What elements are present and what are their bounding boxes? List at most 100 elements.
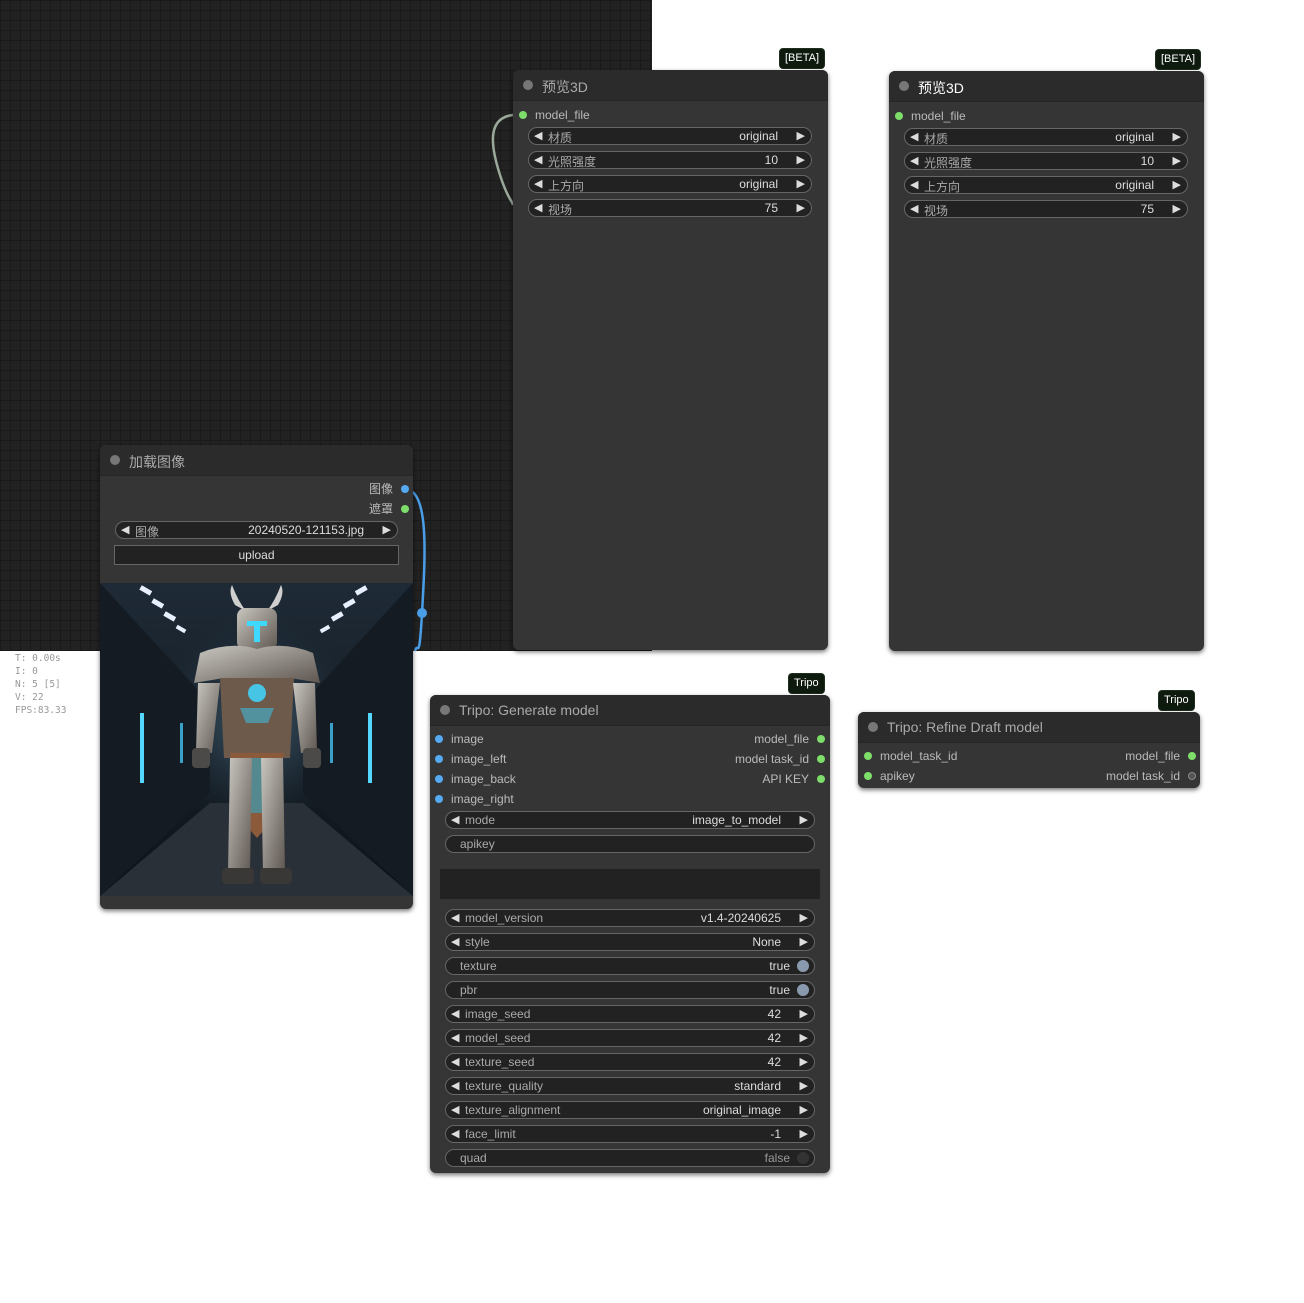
widget-up-direction[interactable]: ◀ 上方向 original ▶ bbox=[528, 175, 812, 193]
widget-image-select[interactable]: ◀ 图像 20240520-121153.jpg ▶ bbox=[115, 521, 398, 539]
arrow-right-icon[interactable]: ▶ bbox=[797, 177, 805, 190]
arrow-right-icon[interactable]: ▶ bbox=[800, 935, 808, 948]
arrow-left-icon[interactable]: ◀ bbox=[534, 177, 542, 190]
input-model-task-id[interactable]: model_task_id bbox=[864, 747, 957, 765]
input-image-back[interactable]: image_back bbox=[435, 770, 516, 788]
output-model-task-id[interactable]: model task_id bbox=[735, 750, 825, 768]
node-title-bar[interactable]: Tripo: Refine Draft model bbox=[858, 712, 1200, 743]
arrow-left-icon[interactable]: ◀ bbox=[451, 1031, 459, 1044]
arrow-right-icon[interactable]: ▶ bbox=[1173, 154, 1181, 167]
input-slot-icon[interactable] bbox=[864, 772, 872, 780]
widget-material[interactable]: ◀ 材质 original ▶ bbox=[528, 127, 812, 145]
arrow-left-icon[interactable]: ◀ bbox=[451, 1127, 459, 1140]
input-slot-icon[interactable] bbox=[435, 755, 443, 763]
input-slot-icon[interactable] bbox=[435, 735, 443, 743]
arrow-left-icon[interactable]: ◀ bbox=[451, 1079, 459, 1092]
arrow-left-icon[interactable]: ◀ bbox=[451, 1055, 459, 1068]
widget-fov[interactable]: ◀ 视场 75 ▶ bbox=[904, 200, 1188, 218]
widget-face-limit[interactable]: ◀ face_limit -1 ▶ bbox=[445, 1125, 815, 1143]
input-slot-icon[interactable] bbox=[864, 752, 872, 760]
widget-texture-seed[interactable]: ◀ texture_seed 42 ▶ bbox=[445, 1053, 815, 1071]
widget-texture-toggle[interactable]: texture true bbox=[445, 957, 815, 975]
arrow-right-icon[interactable]: ▶ bbox=[1173, 130, 1181, 143]
arrow-left-icon[interactable]: ◀ bbox=[451, 935, 459, 948]
arrow-left-icon[interactable]: ◀ bbox=[910, 178, 918, 191]
arrow-right-icon[interactable]: ▶ bbox=[800, 911, 808, 924]
widget-light-intensity[interactable]: ◀ 光照强度 10 ▶ bbox=[528, 151, 812, 169]
arrow-left-icon[interactable]: ◀ bbox=[910, 154, 918, 167]
output-slot-icon[interactable] bbox=[1188, 772, 1196, 780]
arrow-right-icon[interactable]: ▶ bbox=[1173, 202, 1181, 215]
arrow-left-icon[interactable]: ◀ bbox=[451, 911, 459, 924]
input-slot-icon[interactable] bbox=[435, 775, 443, 783]
widget-apikey[interactable]: apikey bbox=[445, 835, 815, 853]
input-slot-icon[interactable] bbox=[519, 111, 527, 119]
collapse-dot-icon[interactable] bbox=[110, 455, 120, 465]
arrow-right-icon[interactable]: ▶ bbox=[797, 129, 805, 142]
collapse-dot-icon[interactable] bbox=[899, 81, 909, 91]
arrow-right-icon[interactable]: ▶ bbox=[797, 153, 805, 166]
toggle-on-icon[interactable] bbox=[797, 984, 809, 996]
output-slot-icon[interactable] bbox=[401, 485, 409, 493]
input-image-left[interactable]: image_left bbox=[435, 750, 506, 768]
widget-model-version[interactable]: ◀ model_version v1.4-20240625 ▶ bbox=[445, 909, 815, 927]
preview3d-node-a[interactable]: 预览3D model_file ◀ 材质 original ▶ ◀ 光照强度 1… bbox=[513, 70, 828, 650]
toggle-on-icon[interactable] bbox=[797, 960, 809, 972]
output-slot-icon[interactable] bbox=[817, 775, 825, 783]
output-model-file[interactable]: model_file bbox=[1125, 747, 1196, 765]
collapse-dot-icon[interactable] bbox=[440, 705, 450, 715]
toggle-off-icon[interactable] bbox=[797, 1152, 809, 1164]
arrow-right-icon[interactable]: ▶ bbox=[1173, 178, 1181, 191]
arrow-right-icon[interactable]: ▶ bbox=[800, 813, 808, 826]
prompt-area[interactable] bbox=[440, 869, 820, 899]
node-title-bar[interactable]: 预览3D bbox=[513, 70, 828, 101]
tripo-refine-node[interactable]: Tripo: Refine Draft model model_task_id … bbox=[858, 712, 1200, 788]
preview3d-node-b[interactable]: 预览3D model_file ◀ 材质 original ▶ ◀ 光照强度 1… bbox=[889, 71, 1204, 651]
arrow-left-icon[interactable]: ◀ bbox=[910, 130, 918, 143]
widget-texture-alignment[interactable]: ◀ texture_alignment original_image ▶ bbox=[445, 1101, 815, 1119]
widget-material[interactable]: ◀ 材质 original ▶ bbox=[904, 128, 1188, 146]
node-title-bar[interactable]: 预览3D bbox=[889, 71, 1204, 102]
widget-fov[interactable]: ◀ 视场 75 ▶ bbox=[528, 199, 812, 217]
output-model-task-id[interactable]: model task_id bbox=[1106, 767, 1196, 785]
widget-light-intensity[interactable]: ◀ 光照强度 10 ▶ bbox=[904, 152, 1188, 170]
arrow-left-icon[interactable]: ◀ bbox=[534, 201, 542, 214]
arrow-left-icon[interactable]: ◀ bbox=[121, 523, 129, 536]
input-slot-icon[interactable] bbox=[895, 112, 903, 120]
arrow-left-icon[interactable]: ◀ bbox=[451, 813, 459, 826]
input-model-file[interactable]: model_file bbox=[895, 107, 966, 125]
widget-up-direction[interactable]: ◀ 上方向 original ▶ bbox=[904, 176, 1188, 194]
collapse-dot-icon[interactable] bbox=[523, 80, 533, 90]
output-image[interactable]: 图像 bbox=[369, 480, 409, 498]
widget-style[interactable]: ◀ style None ▶ bbox=[445, 933, 815, 951]
input-image[interactable]: image bbox=[435, 730, 484, 748]
arrow-right-icon[interactable]: ▶ bbox=[800, 1103, 808, 1116]
arrow-right-icon[interactable]: ▶ bbox=[797, 201, 805, 214]
widget-quad-toggle[interactable]: quad false bbox=[445, 1149, 815, 1167]
input-model-file[interactable]: model_file bbox=[519, 106, 590, 124]
output-api-key[interactable]: API KEY bbox=[762, 770, 825, 788]
input-slot-icon[interactable] bbox=[435, 795, 443, 803]
output-slot-icon[interactable] bbox=[1188, 752, 1196, 760]
output-slot-icon[interactable] bbox=[817, 735, 825, 743]
widget-texture-quality[interactable]: ◀ texture_quality standard ▶ bbox=[445, 1077, 815, 1095]
arrow-left-icon[interactable]: ◀ bbox=[910, 202, 918, 215]
tripo-generate-node[interactable]: Tripo: Generate model image image_left i… bbox=[430, 695, 830, 1173]
arrow-left-icon[interactable]: ◀ bbox=[534, 153, 542, 166]
output-mask[interactable]: 遮罩 bbox=[369, 500, 409, 518]
widget-image-seed[interactable]: ◀ image_seed 42 ▶ bbox=[445, 1005, 815, 1023]
arrow-right-icon[interactable]: ▶ bbox=[800, 1127, 808, 1140]
widget-pbr-toggle[interactable]: pbr true bbox=[445, 981, 815, 999]
output-model-file[interactable]: model_file bbox=[754, 730, 825, 748]
arrow-right-icon[interactable]: ▶ bbox=[383, 523, 391, 536]
arrow-right-icon[interactable]: ▶ bbox=[800, 1055, 808, 1068]
arrow-right-icon[interactable]: ▶ bbox=[800, 1007, 808, 1020]
arrow-right-icon[interactable]: ▶ bbox=[800, 1079, 808, 1092]
upload-button[interactable]: upload bbox=[114, 545, 399, 565]
input-apikey[interactable]: apikey bbox=[864, 767, 915, 785]
arrow-right-icon[interactable]: ▶ bbox=[800, 1031, 808, 1044]
widget-model-seed[interactable]: ◀ model_seed 42 ▶ bbox=[445, 1029, 815, 1047]
arrow-left-icon[interactable]: ◀ bbox=[534, 129, 542, 142]
widget-mode[interactable]: ◀ mode image_to_model ▶ bbox=[445, 811, 815, 829]
load-image-node[interactable]: 加载图像 图像 遮罩 ◀ 图像 20240520-121153.jpg ▶ up… bbox=[100, 445, 413, 909]
